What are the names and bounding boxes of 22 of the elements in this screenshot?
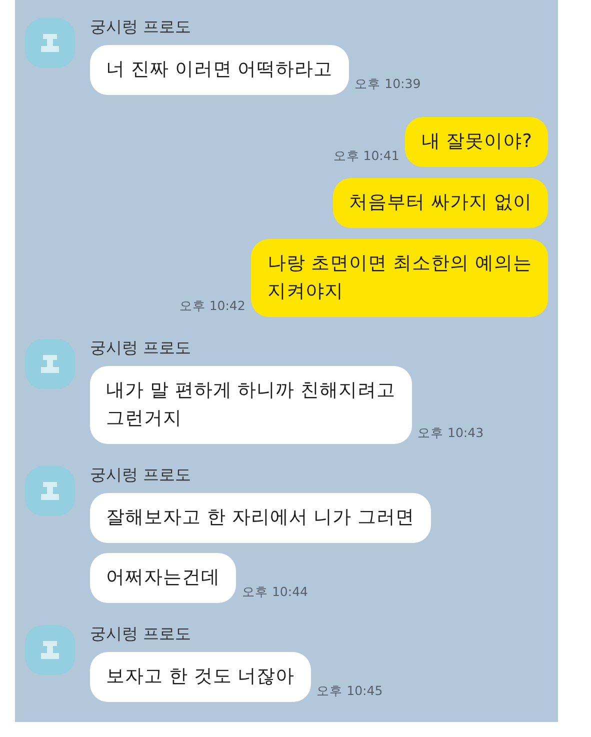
message-bubble: 처음부터 싸가지 없이 xyxy=(333,178,548,228)
sender-name: 궁시렁 프로도 xyxy=(90,623,192,645)
sender-name: 궁시렁 프로도 xyxy=(90,16,192,38)
message-bubble: 잘해보자고 한 자리에서 니가 그러면 xyxy=(90,493,431,543)
message-time: 오후 10:45 xyxy=(316,682,383,700)
message-time: 오후 10:42 xyxy=(179,297,246,316)
message-bubble: 내 잘못이야? xyxy=(405,117,548,167)
avatar-icon xyxy=(25,625,75,675)
avatar-icon xyxy=(25,466,75,516)
message-bubble: 어쩌자는건데 xyxy=(90,553,236,603)
message-time: 오후 10:43 xyxy=(418,424,484,442)
message-time: 오후 10:44 xyxy=(242,583,308,602)
sender-name: 궁시렁 프로도 xyxy=(90,337,192,359)
message-bubble: 내가 말 편하게 하니까 친해지려고 그런거지 xyxy=(90,366,412,444)
avatar-icon xyxy=(25,339,75,389)
message-time: 오후 10:41 xyxy=(333,147,400,166)
avatar-icon xyxy=(25,18,75,68)
message-time: 오후 10:39 xyxy=(354,75,421,94)
sender-name: 궁시렁 프로도 xyxy=(90,464,192,486)
message-bubble: 보자고 한 것도 너잖아 xyxy=(90,652,311,702)
message-bubble: 너 진짜 이러면 어떡하라고 xyxy=(90,45,349,95)
message-bubble: 나랑 초면이면 최소한의 예의는 지켜야지 xyxy=(251,239,548,317)
